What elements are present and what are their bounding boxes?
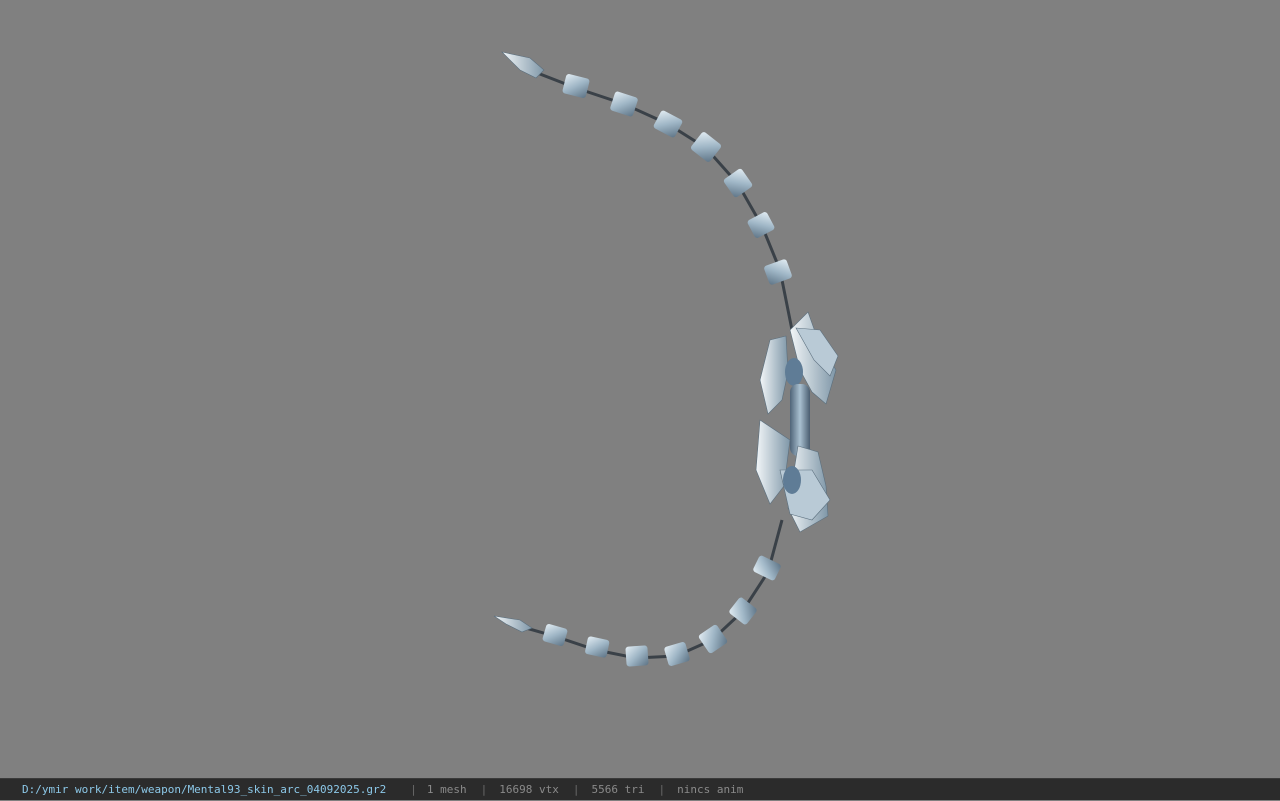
upper-plates [562, 74, 792, 285]
vertex-count-label: 16698 vtx [499, 783, 559, 796]
status-bar: D:/ymir work/item/weapon/Mental93_skin_a… [0, 778, 1280, 800]
upper-limb-spine [511, 56, 794, 331]
mesh-count-label: 1 mesh [426, 783, 467, 796]
triangle-count-label: 5566 tri [591, 783, 645, 796]
status-separator: | [480, 783, 488, 796]
file-path-label: D:/ymir work/item/weapon/Mental93_skin_a… [22, 783, 387, 796]
lower-plates [542, 555, 781, 667]
status-separator: | [572, 783, 580, 796]
upper-tip [501, 51, 545, 79]
anim-status-label: nincs anim [677, 783, 744, 796]
lower-tip [493, 615, 533, 633]
status-separator: | [658, 783, 666, 796]
status-separator: | [410, 783, 417, 796]
3d-viewport[interactable] [0, 0, 1280, 778]
bow-riser [755, 311, 839, 533]
bow-model [493, 51, 839, 667]
